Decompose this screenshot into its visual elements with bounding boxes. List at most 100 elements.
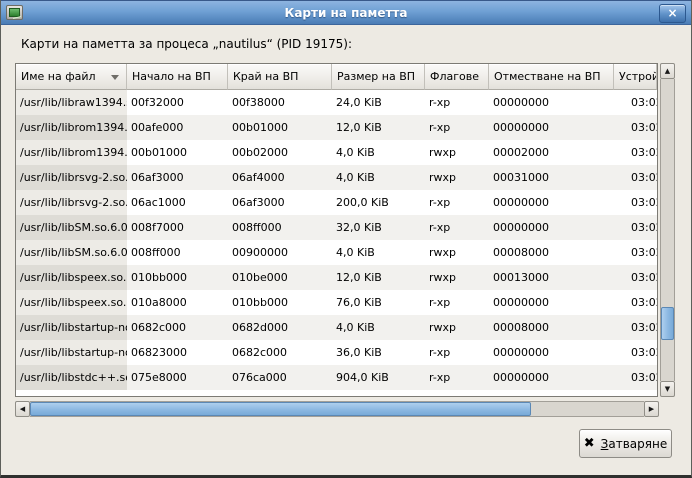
scroll-left-button[interactable]: ◀	[15, 401, 30, 417]
cell-filename: /usr/lib/libstartup-not	[16, 340, 127, 365]
cell-flags: r-xp	[425, 290, 489, 315]
column-header-label: Устройство	[619, 70, 657, 83]
cell-flags: r-xp	[425, 90, 489, 115]
column-header-vm-offset[interactable]: Отместване на ВП	[489, 64, 614, 90]
arrow-down-icon: ▼	[665, 385, 670, 393]
column-header-device[interactable]: Устройство	[614, 64, 657, 90]
cell-vm-size: 24,0 KiB	[332, 90, 425, 115]
cell-filename: /usr/lib/librom1394.s	[16, 115, 127, 140]
close-icon: ×	[667, 6, 677, 20]
scroll-up-button[interactable]: ▲	[660, 63, 675, 79]
horizontal-scrollbar-track[interactable]	[30, 401, 644, 417]
table-row[interactable]: /usr/lib/librsvg-2.so.206af300006af40004…	[16, 165, 657, 190]
table-row[interactable]: /usr/lib/librom1394.s00b0100000b020004,0…	[16, 140, 657, 165]
cell-vm-offset: 00000000	[489, 290, 614, 315]
window-close-button[interactable]: ×	[659, 4, 686, 23]
cell-filename: /usr/lib/librsvg-2.so.2	[16, 165, 127, 190]
column-header-vm-size[interactable]: Размер на ВП	[332, 64, 425, 90]
cell-vm-offset: 00000000	[489, 90, 614, 115]
cell-vm-offset: 00002000	[489, 140, 614, 165]
cell-filename: /usr/lib/libstartup-not	[16, 315, 127, 340]
table-row[interactable]: /usr/lib/librsvg-2.so.206ac100006af30002…	[16, 190, 657, 215]
cell-vm-size: 4,0 KiB	[332, 140, 425, 165]
cell-vm-size: 200,0 KiB	[332, 190, 425, 215]
cell-vm-size: 76,0 KiB	[332, 290, 425, 315]
cell-flags: r-xp	[425, 115, 489, 140]
vertical-scrollbar[interactable]: ▲ ▼	[660, 63, 675, 397]
table-row[interactable]: /usr/lib/libstdc++.so.075e8000076ca00090…	[16, 365, 657, 390]
cell-vm-start: 075e8000	[127, 365, 228, 390]
horizontal-scrollbar[interactable]: ◀ ▶	[15, 401, 659, 417]
cell-vm-start: 0682c000	[127, 315, 228, 340]
column-header-label: Край на ВП	[233, 70, 298, 83]
column-header-vm-start[interactable]: Начало на ВП	[127, 64, 228, 90]
table-row[interactable]: /usr/lib/librom1394.s00afe00000b0100012,…	[16, 115, 657, 140]
cell-vm-size: 36,0 KiB	[332, 340, 425, 365]
cell-device: 03:02	[614, 115, 657, 140]
cell-vm-start: 06823000	[127, 340, 228, 365]
cell-device: 03:02	[614, 340, 657, 365]
window-title: Карти на паметта	[1, 1, 691, 25]
cell-vm-size: 904,0 KiB	[332, 365, 425, 390]
cell-vm-offset: 00000000	[489, 215, 614, 240]
cell-vm-start: 010a8000	[127, 290, 228, 315]
cell-vm-size: 4,0 KiB	[332, 315, 425, 340]
column-header-filename[interactable]: Име на файл	[16, 64, 127, 90]
vertical-scrollbar-track[interactable]	[660, 79, 675, 381]
cell-device: 03:02	[614, 215, 657, 240]
cell-device: 03:02	[614, 240, 657, 265]
table-header-row: Име на файлНачало на ВП Край на ВП Размер …	[16, 64, 657, 90]
cell-flags: rwxp	[425, 240, 489, 265]
table-row[interactable]: /usr/lib/libspeex.so.1010bb000010be00012…	[16, 265, 657, 290]
cell-flags: r-xp	[425, 365, 489, 390]
cell-vm-offset: 00008000	[489, 315, 614, 340]
horizontal-scrollbar-thumb[interactable]	[30, 402, 531, 416]
cell-vm-end: 06af3000	[228, 190, 332, 215]
cell-vm-size: 12,0 KiB	[332, 265, 425, 290]
scroll-down-button[interactable]: ▼	[660, 381, 675, 397]
cell-vm-start: 008ff000	[127, 240, 228, 265]
cell-filename: /usr/lib/librom1394.s	[16, 140, 127, 165]
close-dialog-button[interactable]: ✖ Затваряне	[579, 429, 672, 458]
column-header-label: Флагове	[430, 70, 479, 83]
titlebar[interactable]: Карти на паметта ×	[1, 0, 691, 25]
cell-vm-size: 32,0 KiB	[332, 215, 425, 240]
column-header-vm-end[interactable]: Край на ВП	[228, 64, 332, 90]
cell-device: 03:02	[614, 290, 657, 315]
arrow-right-icon: ▶	[649, 405, 654, 413]
cell-flags: r-xp	[425, 215, 489, 240]
cell-filename: /usr/lib/libspeex.so.1	[16, 265, 127, 290]
table-row[interactable]: /usr/lib/libstartup-not0682c0000682d0004…	[16, 315, 657, 340]
cell-vm-end: 010bb000	[228, 290, 332, 315]
cell-vm-offset: 00000000	[489, 115, 614, 140]
cell-vm-size: 12,0 KiB	[332, 115, 425, 140]
memory-maps-dialog: Карти на паметта × Карти на паметта за п…	[0, 0, 692, 478]
vertical-scrollbar-thumb[interactable]	[661, 307, 674, 340]
cell-vm-end: 008ff000	[228, 215, 332, 240]
cell-vm-end: 076ca000	[228, 365, 332, 390]
cell-flags: r-xp	[425, 190, 489, 215]
table-row[interactable]: /usr/lib/libSM.so.6.0.0008ff000009000004…	[16, 240, 657, 265]
arrow-up-icon: ▲	[665, 67, 670, 75]
cell-vm-offset: 00000000	[489, 190, 614, 215]
cell-vm-offset: 00013000	[489, 265, 614, 290]
cell-vm-start: 00afe000	[127, 115, 228, 140]
cell-flags: rwxp	[425, 265, 489, 290]
cell-device: 03:02	[614, 365, 657, 390]
cell-vm-end: 0682d000	[228, 315, 332, 340]
cell-vm-start: 06af3000	[127, 165, 228, 190]
table-row[interactable]: /usr/lib/libraw1394.s00f3200000f3800024,…	[16, 90, 657, 115]
scroll-right-button[interactable]: ▶	[644, 401, 659, 417]
cell-flags: rwxp	[425, 140, 489, 165]
cell-vm-offset: 00000000	[489, 365, 614, 390]
table-row[interactable]: /usr/lib/libspeex.so.1010a8000010bb00076…	[16, 290, 657, 315]
cell-vm-start: 06ac1000	[127, 190, 228, 215]
table-row[interactable]: /usr/lib/libSM.so.6.0.0008f7000008ff0003…	[16, 215, 657, 240]
cell-vm-size: 4,0 KiB	[332, 240, 425, 265]
cell-vm-start: 00f32000	[127, 90, 228, 115]
table-row[interactable]: /usr/lib/libstartup-not068230000682c0003…	[16, 340, 657, 365]
column-header-flags[interactable]: Флагове	[425, 64, 489, 90]
cell-device: 03:02	[614, 165, 657, 190]
cell-device: 03:02	[614, 315, 657, 340]
column-header-label: Размер на ВП	[337, 70, 415, 83]
